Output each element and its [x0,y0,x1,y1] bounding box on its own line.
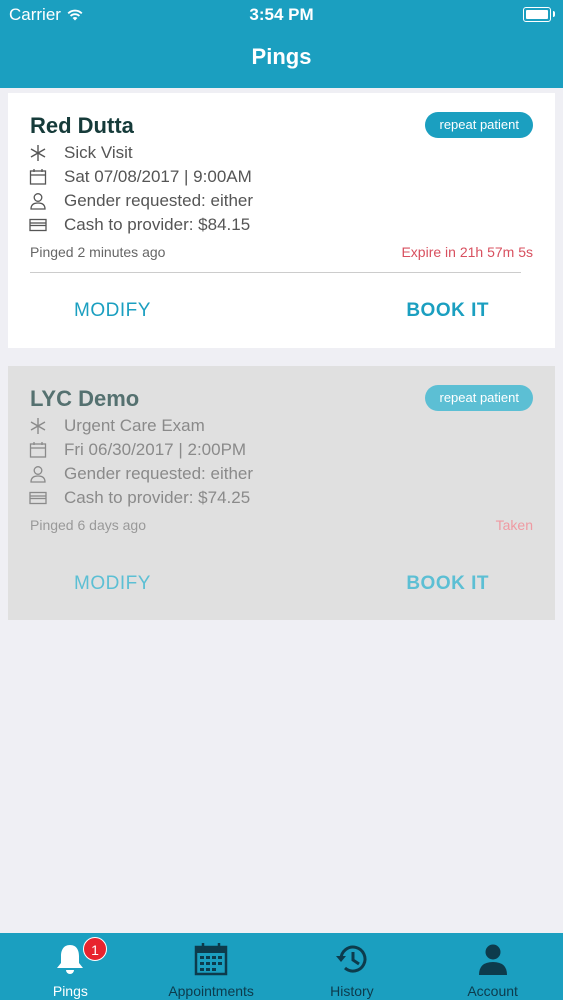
taken-status: Taken [495,517,533,533]
calendar-icon [28,167,48,187]
repeat-patient-badge: repeat patient [425,385,533,411]
calendar-icon [194,943,228,976]
status-time: 3:54 PM [249,5,314,24]
tab-history[interactable]: History [282,933,423,1000]
payment-row: Cash to provider: $84.15 [28,215,250,235]
gender-requested: Gender requested: either [64,464,254,483]
modify-button[interactable]: MODIFY [74,300,151,322]
tab-label: Pings [52,983,88,999]
book-it-button[interactable]: BOOK IT [406,573,489,595]
appointment-datetime: Fri 06/30/2017 | 2:00PM [64,440,247,459]
credit-card-icon [28,488,48,508]
visit-type: Urgent Care Exam [64,416,205,435]
tab-label: Account [467,983,518,999]
pinged-time: Pinged 2 minutes ago [30,244,166,260]
repeat-patient-badge: repeat patient [425,112,533,138]
asterisk-icon [28,143,48,163]
payment-row: Cash to provider: $74.25 [28,488,250,508]
datetime-row: Fri 06/30/2017 | 2:00PM [28,440,246,460]
tab-label: Appointments [168,983,254,999]
appointment-datetime: Sat 07/08/2017 | 9:00AM [64,167,252,186]
pinged-time: Pinged 6 days ago [30,517,146,533]
datetime-row: Sat 07/08/2017 | 9:00AM [28,167,252,187]
person-icon [28,191,48,211]
modify-button[interactable]: MODIFY [74,573,151,595]
gender-row: Gender requested: either [28,464,253,484]
navigation-header: Carrier 3:54 PM Pings [0,0,563,88]
ping-card: LYC Demo repeat patient Urgent Care Exam… [8,366,555,620]
asterisk-icon [28,416,48,436]
credit-card-icon [28,215,48,235]
page-title: Pings [251,44,312,69]
history-icon [335,945,367,973]
tab-account[interactable]: Account [422,933,563,1000]
calendar-icon [28,440,48,460]
person-icon [478,944,507,975]
gender-requested: Gender requested: either [64,191,254,210]
gender-row: Gender requested: either [28,191,253,211]
status-bar: Carrier 3:54 PM [0,0,563,30]
pings-badge: 1 [83,937,107,961]
payment-amount: Cash to provider: $84.15 [64,215,251,234]
payment-amount: Cash to provider: $74.25 [64,488,251,507]
visit-type-row: Urgent Care Exam [28,416,205,436]
visit-type: Sick Visit [64,143,133,162]
divider [30,272,521,273]
tab-appointments[interactable]: Appointments [141,933,282,1000]
tab-pings[interactable]: 1 Pings [0,933,141,1000]
battery-icon [523,7,555,22]
patient-name: LYC Demo [30,386,140,411]
patient-name: Red Dutta [30,113,134,138]
person-icon [28,464,48,484]
ping-card: Red Dutta repeat patient Sick Visit Sat … [8,93,555,348]
tab-label: History [330,983,374,999]
book-it-button[interactable]: BOOK IT [406,300,489,322]
visit-type-row: Sick Visit [28,143,133,163]
expire-countdown: Expire in 21h 57m 5s [401,244,533,260]
tab-bar: 1 Pings Appointments History Account [0,933,563,1000]
